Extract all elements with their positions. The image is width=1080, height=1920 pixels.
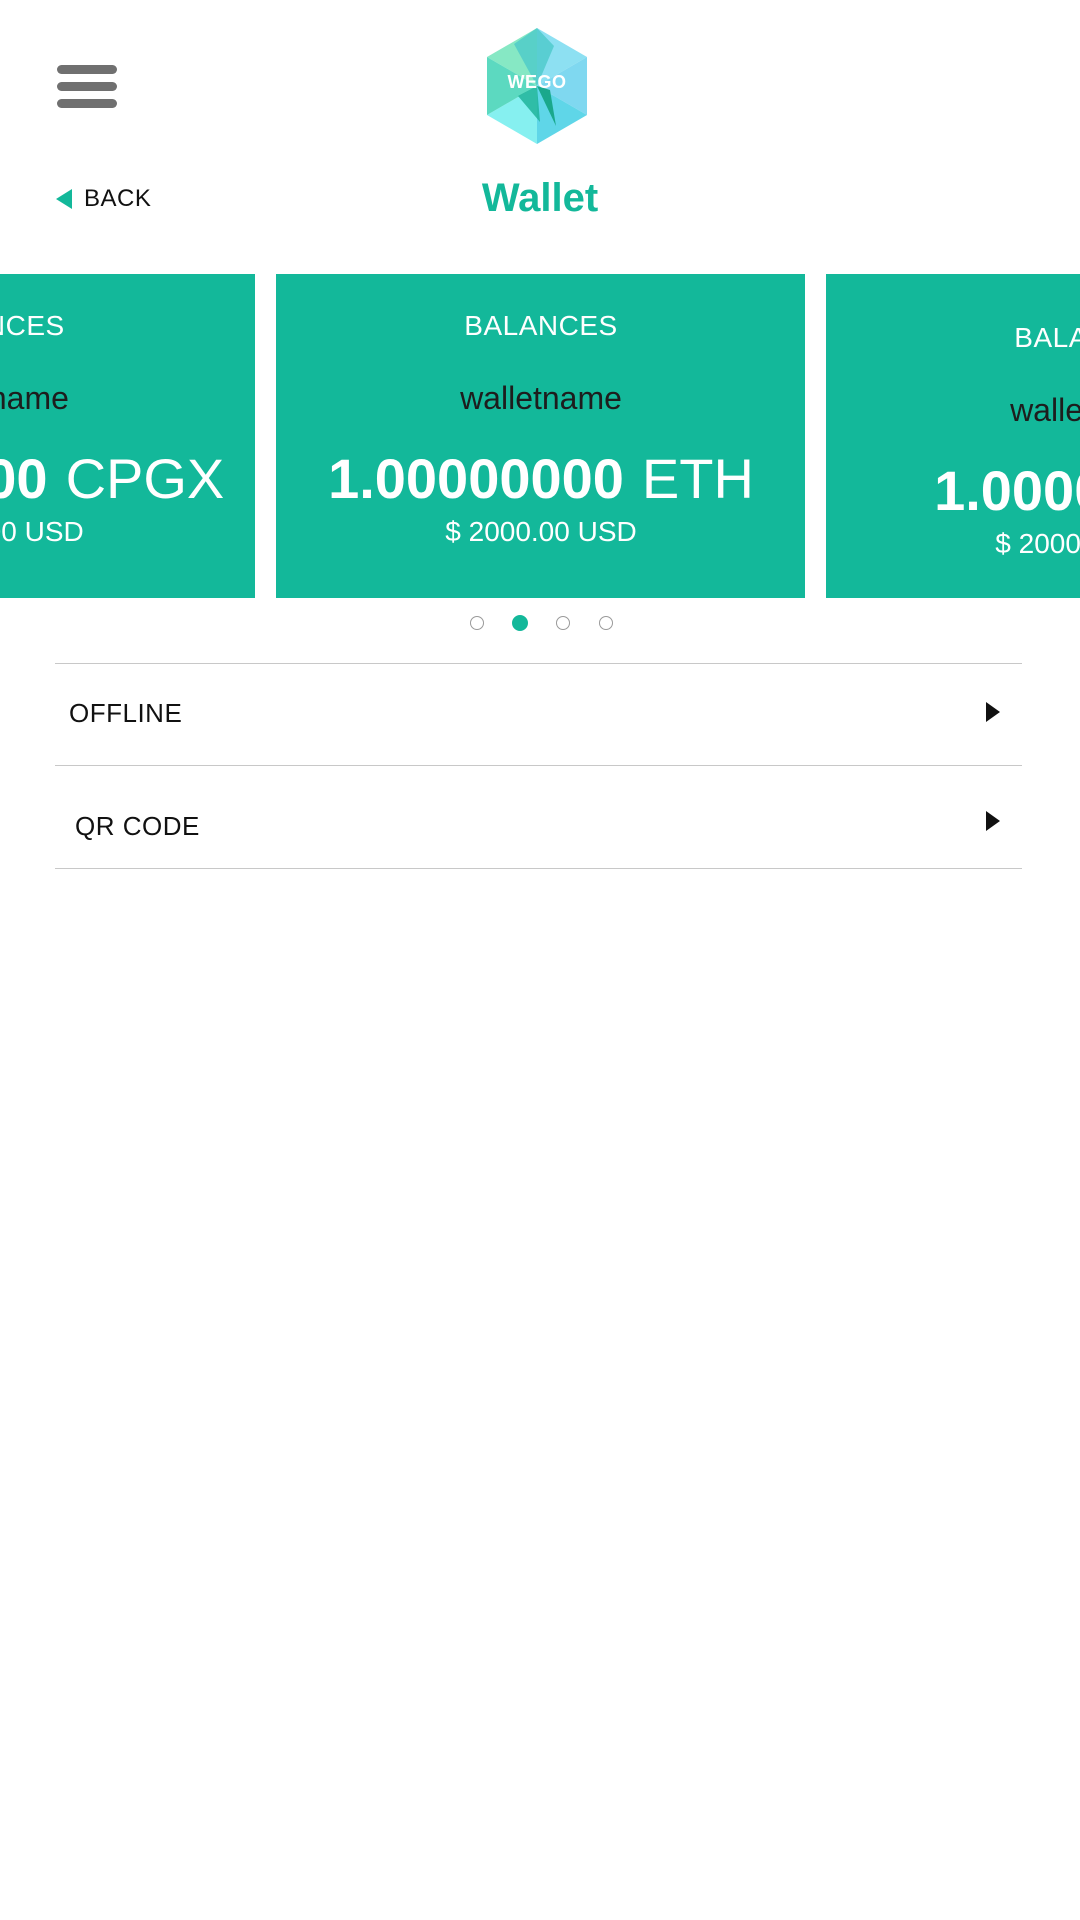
balance-card[interactable]: BALANCES walletname 1.00000000 CPGX $ 200… (0, 274, 255, 598)
usd-value: $ 2000.00 USD (995, 528, 1080, 559)
usd-value: $ 2000.00 USD (445, 516, 637, 547)
carousel-pagination (0, 615, 1080, 634)
card-heading: BALANCES (1014, 322, 1080, 353)
amount-line: 1.00000000 ETH (276, 446, 805, 511)
wego-logo: WEGO (484, 26, 590, 146)
menu-bar (57, 99, 117, 108)
pagination-dot[interactable] (556, 616, 570, 630)
pagination-dot-active[interactable] (512, 615, 528, 631)
usd-value: $ 2000.00 USD (0, 516, 84, 547)
wallet-name: walletname (460, 380, 622, 416)
menu-bar (57, 82, 117, 91)
card-heading: BALANCES (464, 310, 618, 341)
hamburger-menu-icon[interactable] (57, 65, 117, 109)
pagination-dot[interactable] (470, 616, 484, 630)
balance-card[interactable]: BALANCES walletname 1.00000000 ETH $ 2000… (276, 274, 805, 598)
offline-label: OFFLINE (69, 698, 183, 728)
offline-row[interactable]: OFFLINE (55, 663, 1022, 765)
menu-bar (57, 65, 117, 74)
balance-card[interactable]: BALANCES walletname 1.00000000 $ 2000.00… (826, 274, 1080, 598)
card-heading: BALANCES (0, 310, 65, 341)
balance-amount: 1.00000000 (934, 459, 1080, 522)
balance-carousel[interactable]: BALANCES walletname 1.00000000 CPGX $ 200… (0, 274, 1080, 598)
wallet-options-list: OFFLINE QR CODE (55, 663, 1022, 869)
amount-line: 1.00000000 CPGX (0, 446, 253, 511)
wallet-name: walletname (0, 380, 69, 416)
wallet-screen: WEGO BACK Wallet BALANCES walletname 1.0… (0, 0, 1080, 1920)
logo-text: WEGO (507, 72, 567, 92)
page-title: Wallet (481, 176, 599, 220)
wallet-name: walletname (1010, 392, 1080, 428)
pagination-dot[interactable] (599, 616, 613, 630)
qr-code-label: QR CODE (75, 811, 200, 841)
balance-amount: 1.00000000 (0, 447, 48, 510)
balance-amount: 1.00000000 (328, 447, 624, 510)
currency-code: CPGX (65, 447, 225, 510)
amount-line: 1.00000000 (826, 458, 1080, 523)
qr-code-row[interactable]: QR CODE (55, 765, 1022, 869)
currency-code: ETH (641, 447, 754, 510)
chevron-right-icon (986, 811, 1000, 831)
chevron-right-icon (986, 702, 1000, 722)
